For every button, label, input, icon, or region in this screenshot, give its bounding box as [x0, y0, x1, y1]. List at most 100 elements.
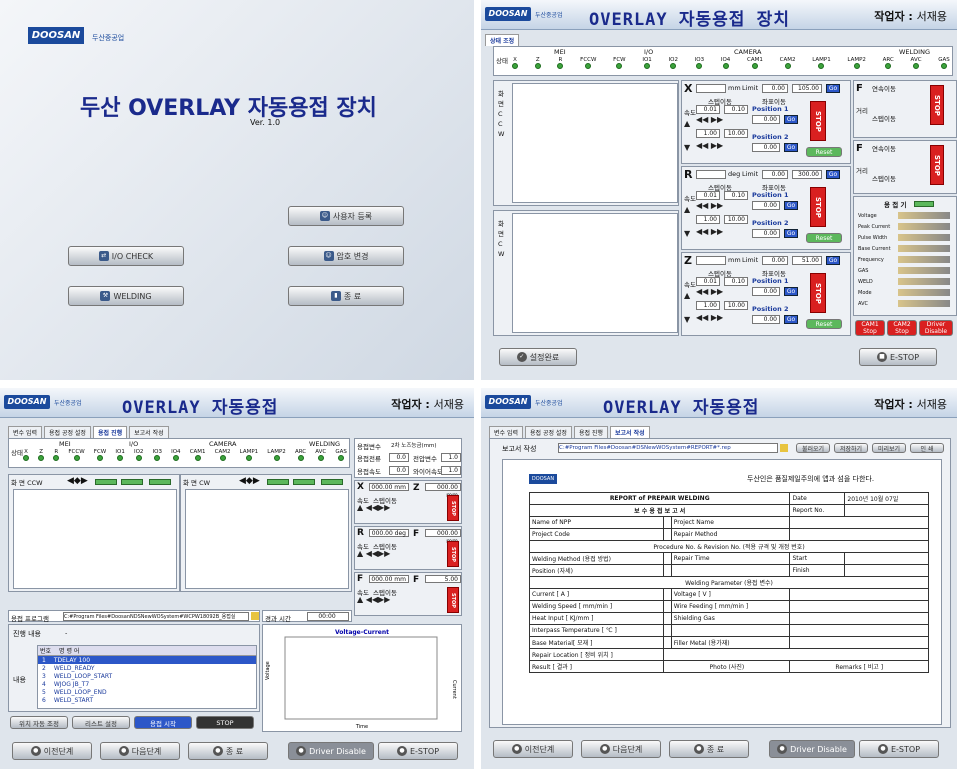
next-step-button[interactable]: ● 다음단계	[581, 740, 661, 758]
password-change-button[interactable]: ☺ 암호 변경	[288, 246, 404, 266]
jog-arrows-icon[interactable]: ◀◀ ▶▶	[696, 115, 723, 124]
load-button[interactable]: 불러오기	[796, 443, 830, 453]
limit-min-input[interactable]: 0.00	[762, 256, 788, 265]
io-check-button[interactable]: ⇄ I/O CHECK	[68, 246, 184, 266]
jog-arrows-icon[interactable]: ▲ ◀◀▶▶	[357, 549, 390, 558]
position1-go-button[interactable]: Go	[784, 115, 798, 124]
driver-disable-button[interactable]: ● Driver Disable	[288, 742, 374, 760]
step-input[interactable]: 1.00	[696, 129, 720, 138]
jog-arrows-icon[interactable]: ◀◀ ▶▶	[696, 287, 723, 296]
report-cell[interactable]	[663, 600, 672, 613]
save-button[interactable]: 저장하기	[834, 443, 868, 453]
list-item[interactable]: 4 WJOG JB_T7	[38, 680, 256, 688]
report-cell[interactable]	[663, 528, 672, 541]
down-arrow-icon[interactable]: ▼	[684, 229, 690, 238]
position2-input[interactable]: 0.00	[752, 315, 780, 324]
position2-go-button[interactable]: Go	[784, 315, 798, 324]
direction-arrows-icon[interactable]: ◀◆▶	[67, 476, 88, 486]
step-input[interactable]: 0.10	[724, 105, 748, 114]
up-arrow-icon[interactable]: ▲	[684, 205, 690, 214]
axis-reset-button[interactable]: Reset	[806, 319, 842, 329]
report-cell[interactable]	[789, 624, 929, 637]
down-arrow-icon[interactable]: ▼	[684, 143, 690, 152]
axis-stop-button[interactable]: STOP	[810, 187, 826, 227]
report-cell[interactable]	[844, 504, 929, 517]
welding-button[interactable]: ⚒ WELDING	[68, 286, 184, 306]
step-input[interactable]: 0.01	[696, 277, 720, 286]
step-input[interactable]: 0.10	[724, 277, 748, 286]
prev-step-button[interactable]: ● 이전단계	[12, 742, 92, 760]
report-cell[interactable]	[670, 564, 791, 577]
step-input[interactable]: 10.00	[724, 301, 748, 310]
position2-go-button[interactable]: Go	[784, 229, 798, 238]
list-item[interactable]: 3 WELD_LOOP_START	[38, 672, 256, 680]
direction-arrows-icon[interactable]: ◀◆▶	[239, 476, 260, 486]
exit-button[interactable]: ● 종 료	[188, 742, 268, 760]
limit-max-input[interactable]: 300.00	[792, 170, 822, 179]
report-cell[interactable]	[663, 564, 672, 577]
welder-on-button[interactable]	[914, 201, 934, 207]
report-cell[interactable]	[789, 612, 929, 625]
prev-step-button[interactable]: ● 이전단계	[493, 740, 573, 758]
report-cell[interactable]	[789, 600, 929, 613]
step-input[interactable]: 10.00	[724, 129, 748, 138]
cam1-stop-button[interactable]: CAM1 Stop	[855, 320, 885, 336]
command-list[interactable]: 번호 명 령 어 1 TDELAY 100 2 WELD_READY 3 WELD_LOOP…	[37, 645, 257, 709]
print-button[interactable]: 인 쇄	[910, 443, 944, 453]
limit-go-button[interactable]: Go	[826, 84, 840, 93]
report-cell[interactable]	[670, 624, 791, 637]
program-path-input[interactable]: C:#Program Files#DoosanNDSNewWOSystem#WC…	[63, 612, 249, 621]
exit-button[interactable]: ● 종 료	[669, 740, 749, 758]
report-cell[interactable]	[663, 624, 672, 637]
estop-button[interactable]: ■ E-STOP	[859, 348, 937, 366]
jog-arrows-icon[interactable]: ▲ ◀◀▶▶	[357, 503, 390, 512]
axis-stop-button[interactable]: STOP	[810, 273, 826, 313]
jog-arrows-icon[interactable]: ◀◀ ▶▶	[696, 227, 723, 236]
tab-1[interactable]: 용접 공정 설정	[525, 426, 572, 438]
up-arrow-icon[interactable]: ▲	[684, 291, 690, 300]
list-item[interactable]: 6 WELD_START	[38, 696, 256, 704]
user-register-button[interactable]: ☺ 사용자 등록	[288, 206, 404, 226]
stop-button[interactable]: STOP	[196, 716, 254, 729]
position1-input[interactable]: 0.00	[752, 287, 780, 296]
next-step-button[interactable]: ● 다음단계	[100, 742, 180, 760]
axis-position-input[interactable]	[696, 84, 726, 93]
limit-go-button[interactable]: Go	[826, 256, 840, 265]
report-cell[interactable]	[844, 552, 929, 565]
position2-go-button[interactable]: Go	[784, 143, 798, 152]
list-setup-button[interactable]: 리스트 설정	[72, 716, 130, 729]
welder-param-bar[interactable]	[898, 289, 950, 296]
jog-arrows-icon[interactable]: ◀◀ ▶▶	[696, 313, 723, 322]
report-path-input[interactable]: C:#Program Files#Doosan#DSNewWOSystem#RE…	[558, 443, 778, 453]
position1-input[interactable]: 0.00	[752, 201, 780, 210]
welder-param-bar[interactable]	[898, 300, 950, 307]
axis-stop-button[interactable]: STOP	[810, 101, 826, 141]
step-input[interactable]: 0.01	[696, 105, 720, 114]
report-cell[interactable]	[844, 564, 929, 577]
tab-2[interactable]: 용접 진행	[573, 426, 608, 438]
list-item[interactable]: 5 WELD_LOOP_END	[38, 688, 256, 696]
welder-param-bar[interactable]	[898, 245, 950, 252]
welder-param-bar[interactable]	[898, 212, 950, 219]
position1-go-button[interactable]: Go	[784, 201, 798, 210]
tab-3[interactable]: 보고서 작성	[129, 426, 169, 438]
welder-param-bar[interactable]	[898, 278, 950, 285]
down-arrow-icon[interactable]: ▼	[684, 315, 690, 324]
tab-2[interactable]: 용접 진행	[92, 426, 128, 438]
preview-button[interactable]: 미리보기	[872, 443, 906, 453]
report-cell[interactable]	[789, 588, 929, 601]
limit-min-input[interactable]: 0.00	[762, 84, 788, 93]
report-cell[interactable]	[663, 588, 672, 601]
axis-stop-button[interactable]: STOP	[447, 495, 459, 521]
axis-position-input[interactable]	[696, 256, 726, 265]
step-input[interactable]: 10.00	[724, 215, 748, 224]
step-input[interactable]: 1.00	[696, 215, 720, 224]
auto-position-button[interactable]: 위치 자동 조정	[10, 716, 68, 729]
step-input[interactable]: 1.00	[696, 301, 720, 310]
tab-0[interactable]: 변수 입력	[489, 426, 523, 438]
position1-input[interactable]: 0.00	[752, 115, 780, 124]
fccw-stop-button[interactable]: STOP	[930, 85, 944, 125]
driver-disable-button[interactable]: ● Driver Disable	[769, 740, 855, 758]
jog-arrows-icon[interactable]: ◀◀ ▶▶	[696, 141, 723, 150]
folder-icon[interactable]	[251, 612, 259, 620]
